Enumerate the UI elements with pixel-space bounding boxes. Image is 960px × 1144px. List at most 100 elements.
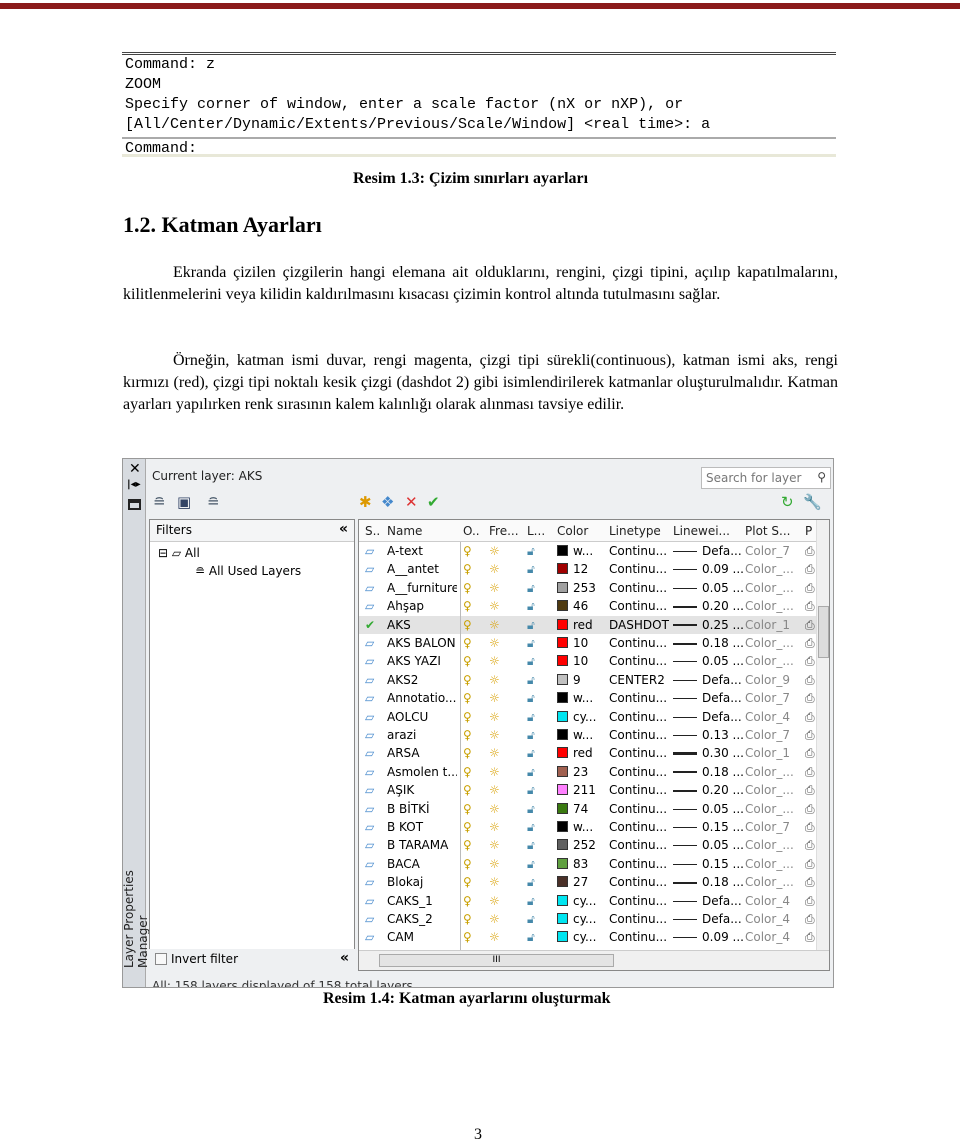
- layer-color[interactable]: cy...: [557, 910, 609, 928]
- layer-linetype[interactable]: Continu...: [609, 892, 671, 910]
- on-off-bulb-icon[interactable]: ♀: [463, 781, 489, 799]
- table-row[interactable]: ▱ A-text ♀ ☼ 🔓︎ w... Continu... Defa... Color_7 ⎙: [359, 542, 817, 560]
- table-row[interactable]: ✔ AKS ♀ ☼ 🔓︎ red DASHDOT 0.25 ... Color_1 ⎙: [359, 615, 817, 634]
- on-off-bulb-icon[interactable]: ♀: [463, 616, 489, 634]
- current-layer-check-icon[interactable]: ✔: [365, 616, 385, 634]
- layer-plot-style[interactable]: Color_...: [745, 634, 803, 652]
- layer-lineweight[interactable]: 0.18 ...: [673, 763, 745, 781]
- layer-linetype[interactable]: Continu...: [609, 689, 671, 707]
- table-row[interactable]: ▱ arazi ♀ ☼ 🔓︎ w... Continu... 0.13 ... Color_7 ⎙: [359, 726, 817, 744]
- layer-name[interactable]: AKS YAZI: [387, 652, 457, 670]
- layer-color[interactable]: 74: [557, 800, 609, 818]
- layer-plot-style[interactable]: Color_...: [745, 781, 803, 799]
- layer-linetype[interactable]: CENTER2: [609, 671, 671, 689]
- layer-color[interactable]: 9: [557, 671, 609, 689]
- layer-name[interactable]: A__furniture: [387, 579, 457, 597]
- table-row[interactable]: ▱ CAKS_1 ♀ ☼ 🔓︎ cy... Continu... Defa... Color_4…: [359, 892, 817, 910]
- lock-icon[interactable]: 🔓︎: [527, 928, 555, 946]
- lock-icon[interactable]: 🔓︎: [527, 855, 555, 873]
- column-header[interactable]: S..: [365, 520, 385, 542]
- layer-plot-style[interactable]: Color_...: [745, 652, 803, 670]
- refresh-icon[interactable]: ↻: [781, 493, 794, 511]
- collapse-icon[interactable]: «: [340, 950, 349, 966]
- layer-plot-style[interactable]: Color_4: [745, 928, 803, 946]
- lock-icon[interactable]: 🔓︎: [527, 708, 555, 726]
- freeze-sun-icon[interactable]: ☼: [489, 616, 523, 634]
- layer-linetype[interactable]: Continu...: [609, 873, 671, 891]
- layer-plot-style[interactable]: Color_1: [745, 744, 803, 762]
- table-row[interactable]: ▱ ARSA ♀ ☼ 🔓︎ red Continu... 0.30 ... Color_1 ⎙: [359, 744, 817, 762]
- layer-linetype[interactable]: Continu...: [609, 855, 671, 873]
- layer-plot-style[interactable]: Color_4: [745, 892, 803, 910]
- layer-lineweight[interactable]: 0.15 ...: [673, 818, 745, 836]
- on-off-bulb-icon[interactable]: ♀: [463, 579, 489, 597]
- layer-lineweight[interactable]: Defa...: [673, 892, 745, 910]
- layer-plot-style[interactable]: Color_...: [745, 855, 803, 873]
- layer-name[interactable]: CAM: [387, 928, 457, 946]
- layer-linetype[interactable]: Continu...: [609, 726, 671, 744]
- layer-lineweight[interactable]: 0.05 ...: [673, 800, 745, 818]
- layer-linetype[interactable]: Continu...: [609, 928, 671, 946]
- layer-name[interactable]: AKS: [387, 616, 457, 634]
- layer-color[interactable]: w...: [557, 542, 609, 560]
- checkbox[interactable]: [155, 953, 167, 965]
- column-header[interactable]: Fre...: [489, 520, 523, 542]
- layer-status-icon[interactable]: ▱: [365, 855, 385, 873]
- layer-name[interactable]: CAKS_1: [387, 892, 457, 910]
- lock-icon[interactable]: 🔓︎: [527, 836, 555, 854]
- lock-icon[interactable]: 🔓︎: [527, 560, 555, 578]
- new-vp-frozen-layer-icon[interactable]: ❖: [381, 493, 394, 511]
- layer-status-icon[interactable]: ▱: [365, 560, 385, 578]
- table-row[interactable]: ▱ AKS2 ♀ ☼ 🔓︎ 9 CENTER2 Defa... Color_9 ⎙: [359, 671, 817, 689]
- states-manager-icon[interactable]: ≘: [207, 493, 220, 511]
- freeze-sun-icon[interactable]: ☼: [489, 873, 523, 891]
- layer-lineweight[interactable]: 0.20 ...: [673, 781, 745, 799]
- tree-node-all[interactable]: ⊟ ▱ All: [158, 546, 200, 560]
- table-row[interactable]: ▱ B BİTKİ ♀ ☼ 🔓︎ 74 Continu... 0.05 ... Color_..…: [359, 800, 817, 818]
- freeze-sun-icon[interactable]: ☼: [489, 542, 523, 560]
- freeze-sun-icon[interactable]: ☼: [489, 652, 523, 670]
- collapse-icon[interactable]: «: [339, 521, 348, 537]
- freeze-sun-icon[interactable]: ☼: [489, 744, 523, 762]
- layer-name[interactable]: BACA: [387, 855, 457, 873]
- layer-name[interactable]: B BİTKİ: [387, 800, 457, 818]
- column-header[interactable]: L...: [527, 520, 555, 542]
- search-icon[interactable]: ⚲: [817, 470, 826, 484]
- layer-linetype[interactable]: Continu...: [609, 744, 671, 762]
- table-row[interactable]: ▱ AOLCU ♀ ☼ 🔓︎ cy... Continu... Defa... Color_4 ⎙: [359, 708, 817, 726]
- layer-color[interactable]: 12: [557, 560, 609, 578]
- layer-linetype[interactable]: Continu...: [609, 542, 671, 560]
- freeze-sun-icon[interactable]: ☼: [489, 836, 523, 854]
- freeze-sun-icon[interactable]: ☼: [489, 763, 523, 781]
- column-header[interactable]: O..: [463, 520, 489, 542]
- lock-icon[interactable]: 🔓︎: [527, 892, 555, 910]
- table-row[interactable]: ▱ A__furniture ♀ ☼ 🔓︎ 253 Continu... 0.05 ... Co…: [359, 579, 817, 597]
- on-off-bulb-icon[interactable]: ♀: [463, 560, 489, 578]
- layer-plot-style[interactable]: Color_7: [745, 689, 803, 707]
- layer-name[interactable]: A-text: [387, 542, 457, 560]
- on-off-bulb-icon[interactable]: ♀: [463, 836, 489, 854]
- layer-status-icon[interactable]: ▱: [365, 818, 385, 836]
- layer-name[interactable]: Blokaj: [387, 873, 457, 891]
- layer-plot-style[interactable]: Color_...: [745, 763, 803, 781]
- table-row[interactable]: ▱ CAM ♀ ☼ 🔓︎ cy... Continu... 0.09 ... Color_4 ⎙: [359, 928, 817, 946]
- layer-color[interactable]: 46: [557, 597, 609, 615]
- layer-color[interactable]: cy...: [557, 892, 609, 910]
- column-header[interactable]: Linetype: [609, 520, 671, 542]
- delete-layer-icon[interactable]: ✕: [405, 493, 418, 511]
- layer-plot-style[interactable]: Color_...: [745, 579, 803, 597]
- group-filter-icon[interactable]: ▣: [177, 493, 191, 511]
- layer-color[interactable]: red: [557, 616, 609, 634]
- layer-color[interactable]: 253: [557, 579, 609, 597]
- freeze-sun-icon[interactable]: ☼: [489, 892, 523, 910]
- freeze-sun-icon[interactable]: ☼: [489, 689, 523, 707]
- lock-icon[interactable]: 🔓︎: [527, 579, 555, 597]
- layer-lineweight[interactable]: 0.05 ...: [673, 579, 745, 597]
- layer-linetype[interactable]: Continu...: [609, 579, 671, 597]
- layer-color[interactable]: 23: [557, 763, 609, 781]
- freeze-sun-icon[interactable]: ☼: [489, 726, 523, 744]
- freeze-sun-icon[interactable]: ☼: [489, 910, 523, 928]
- lock-icon[interactable]: 🔓︎: [527, 597, 555, 615]
- new-filter-icon[interactable]: ≘: [153, 493, 166, 511]
- invert-filter-checkbox[interactable]: Invert filter «: [149, 949, 355, 971]
